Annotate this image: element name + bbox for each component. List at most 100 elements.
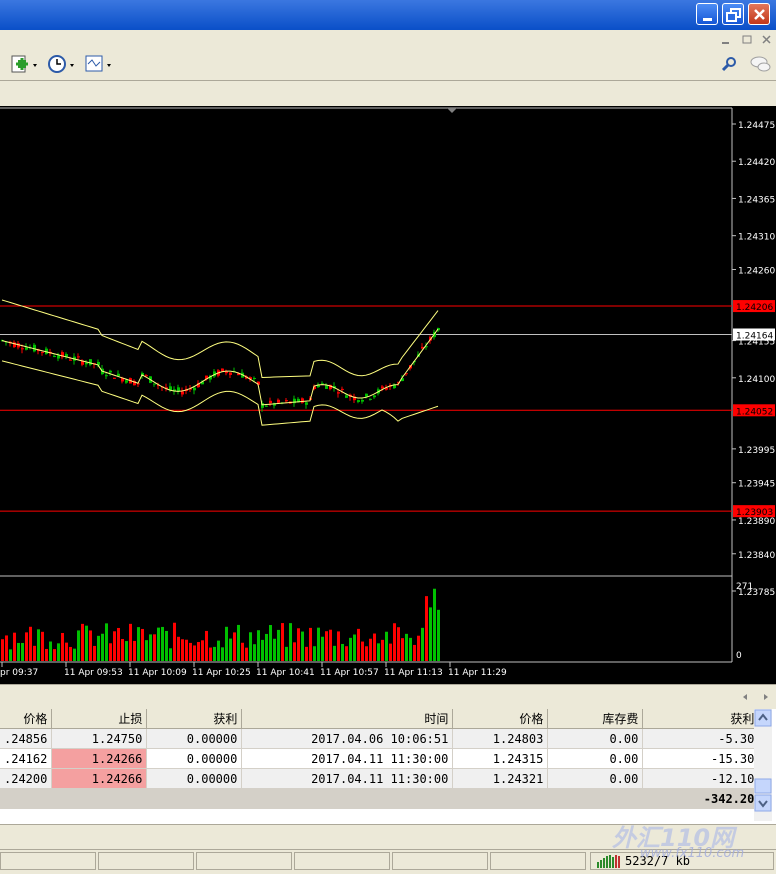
mdi-minimize-icon[interactable] [722, 42, 729, 44]
y-tick-label: 1.24420 [738, 158, 775, 168]
volume-bar [189, 642, 192, 661]
volume-bar [1, 639, 4, 661]
candle-body [85, 362, 88, 365]
y-tick-label: 1.23945 [738, 480, 775, 490]
volume-bar [193, 645, 196, 661]
cell-price: 1.24803 [452, 728, 549, 749]
cell-time: 2017.04.11 11:30:00 [241, 768, 454, 789]
volume-bar [289, 623, 292, 661]
candle-body [69, 359, 72, 361]
scroll-thumb[interactable] [754, 778, 772, 794]
template-icon[interactable] [85, 55, 111, 72]
volume-bar [161, 626, 164, 661]
cell-stop-loss: 1.24266 [51, 748, 148, 769]
candle-body [341, 388, 344, 390]
y-tick-label: 1.24260 [738, 267, 775, 277]
volume-bar [313, 646, 316, 661]
restore-button[interactable] [722, 3, 744, 25]
volume-bar [177, 636, 180, 661]
x-tick-label: 11 Apr 11:13 [384, 668, 443, 678]
close-button[interactable] [748, 3, 770, 25]
vertical-scrollbar[interactable] [754, 709, 772, 821]
table-row[interactable]: .24200 1.24266 0.00000 2017.04.11 11:30:… [0, 768, 760, 789]
volume-bar [413, 644, 416, 661]
toolbar [0, 50, 776, 81]
volume-bar [153, 634, 156, 661]
volume-bar [65, 642, 68, 661]
col-profit[interactable]: 获利 [642, 709, 760, 729]
close-icon [754, 9, 765, 20]
minimize-button[interactable] [696, 3, 718, 25]
chat-icon[interactable] [750, 56, 771, 72]
volume-bar [117, 627, 120, 661]
volume-bar [37, 629, 40, 661]
y-tick-label: 1.23995 [738, 446, 775, 456]
col-time[interactable]: 时间 [241, 709, 454, 729]
volume-bar [145, 640, 148, 661]
volume-bar [241, 642, 244, 661]
col-price[interactable]: 价格 [452, 709, 549, 729]
volume-tick-max: 271 [736, 582, 753, 592]
volume-bar [97, 635, 100, 661]
mdi-close-icon[interactable] [762, 35, 771, 44]
volume-bar [77, 630, 80, 661]
candle-body [77, 356, 80, 358]
candle-body [105, 375, 108, 377]
col-stop-loss[interactable]: 止损 [51, 709, 148, 729]
col-take-profit[interactable]: 获利 [146, 709, 243, 729]
candle-body [369, 398, 372, 400]
scroll-right-icon[interactable] [764, 694, 768, 700]
volume-bar [173, 622, 176, 661]
volume-bar [45, 648, 48, 661]
summary-row: -342.20 [0, 788, 760, 809]
volume-bar [149, 634, 152, 661]
volume-bar [261, 639, 264, 661]
candle-body [265, 405, 268, 407]
volume-bar [397, 627, 400, 661]
volume-bar [257, 630, 260, 661]
x-tick-label: 11 Apr 10:41 [256, 668, 315, 678]
volume-bar [425, 596, 428, 661]
cell-stop-loss: 1.24750 [51, 728, 148, 749]
scroll-left-icon[interactable] [743, 694, 747, 700]
volume-bar [373, 633, 376, 661]
volume-bar [349, 637, 352, 661]
volume-bar [281, 623, 284, 661]
total-profit: -342.20 [642, 788, 760, 809]
cell-swap: 0.00 [547, 768, 644, 789]
new-chart-icon[interactable] [11, 55, 37, 73]
y-tick-label: 1.23890 [738, 517, 775, 527]
volume-bar [265, 633, 268, 661]
candle-body [373, 395, 376, 398]
col-open-price[interactable]: 价格 [0, 709, 53, 729]
watermark-url: www.fx110.com [640, 846, 745, 861]
connection-bars-icon [597, 855, 620, 868]
search-icon[interactable] [721, 57, 736, 72]
volume-bar [357, 628, 360, 661]
candle-body [53, 356, 56, 358]
volume-bar [85, 625, 88, 661]
volume-bar [29, 626, 32, 661]
volume-bar [157, 627, 160, 661]
volume-bar [165, 630, 168, 661]
volume-bar [205, 630, 208, 661]
candle-body [193, 387, 196, 391]
col-swap[interactable]: 库存费 [547, 709, 644, 729]
volume-bar [57, 643, 60, 661]
volume-bar [245, 647, 248, 661]
y-tick-label: 1.24365 [738, 195, 775, 205]
cell-take-profit: 0.00000 [146, 728, 243, 749]
volume-bar [365, 646, 368, 661]
volume-bar [105, 623, 108, 661]
clock-icon[interactable] [48, 55, 74, 73]
price-chart[interactable]: 1.24475 1.24420 1.24365 1.24310 1.24260 1.241… [0, 106, 776, 684]
table-row[interactable]: .24162 1.24266 0.00000 2017.04.11 11:30:… [0, 748, 760, 769]
cell-profit: -15.30 [642, 748, 760, 769]
volume-bar [333, 645, 336, 661]
volume-bar [113, 631, 116, 661]
volume-bar [21, 642, 24, 661]
volume-bar [329, 629, 332, 661]
volume-bar [237, 624, 240, 661]
mdi-restore-icon[interactable] [742, 35, 752, 44]
table-row[interactable]: .24856 1.24750 0.00000 2017.04.06 10:06:… [0, 728, 760, 749]
